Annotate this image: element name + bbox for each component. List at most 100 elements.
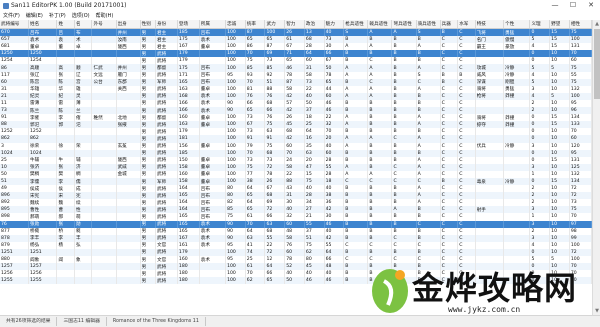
column-header[interactable]: 姓 xyxy=(56,20,75,29)
table-row[interactable]: 88 郭汜郭汜张掖男武将 163 董卓 100 67 75 45 25 32 A B B A C C 掠夺 莽撞 0… xyxy=(0,121,592,129)
table-row[interactable]: 91 李傕李傕稚然 北地男都督 160 董卓 100 73 76 26 18 22 A B B A C C 骑将莽… xyxy=(0,114,592,122)
table-cell: 济 xyxy=(74,163,93,171)
maximize-button[interactable]: ☐ xyxy=(564,0,582,11)
vertical-scrollbar[interactable]: ▲ ▼ xyxy=(592,20,600,315)
table-cell: 4 xyxy=(529,92,551,100)
table-row[interactable]: 895 曹性曹性男武将 164 吕布 85 65 72 40 27 42 B B A B C C 射手 3 10 75 xyxy=(0,206,592,214)
table-cell: 69 xyxy=(264,50,286,58)
column-header[interactable]: 身份 xyxy=(155,20,178,29)
table-row[interactable]: 10 张济张济武威男武将 158 董卓 100 75 72 58 47 55 A B C A C C 3 10 12… xyxy=(0,163,592,171)
table-cell: 1257 xyxy=(28,263,58,271)
minimize-button[interactable]: — xyxy=(546,0,564,11)
table-row[interactable]: 3 徐荣徐荣玄菟男武将 156 董卓 100 79 75 60 35 40 A B B A C C 伏兵 冷静 3 1… xyxy=(0,142,592,150)
table-row[interactable]: 73 陈兰陈兰男武将 166 袁术 90 65 66 42 37 46 B B B B C C 2 10 96 xyxy=(0,107,592,115)
column-header[interactable]: 水军 xyxy=(457,20,476,29)
column-header[interactable]: 义理 xyxy=(529,20,551,29)
table-row[interactable]: 25 牛辅牛辅陇西男武将 150 董卓 100 73 73 24 20 28 B B B A C C 0 15 13… xyxy=(0,156,592,164)
scroll-down-icon[interactable]: ▼ xyxy=(593,307,600,315)
table-row[interactable]: 657 袁术袁术汝南男君主 175 袁术 100 65 65 61 68 73 B B B B C C 名门 傲慢… xyxy=(0,36,592,44)
column-header[interactable]: 武力 xyxy=(264,20,286,29)
column-header[interactable]: 统率 xyxy=(245,20,266,29)
table-row[interactable]: 896 宋宪宋宪男武将 165 吕布 80 65 68 31 28 38 B B B A C C 2 10 72 xyxy=(0,192,592,200)
table-row[interactable]: 1257 1257 男武将 180 100 61 64 52 45 48 B B B B C C 0 10 70 xyxy=(0,263,592,271)
column-header[interactable]: 戟兵适性 xyxy=(367,20,393,29)
menu-file[interactable]: 文件(F) xyxy=(0,12,23,19)
table-row[interactable]: 11 雷薄雷薄男武将 166 袁术 90 66 68 57 50 46 B B B B C C 2 10 95 xyxy=(0,99,592,108)
table-row[interactable]: 880 阎象阎象男文官 160 袁术 95 25 12 78 80 66 C C C C C C 5 5 100 xyxy=(0,256,592,264)
table-row[interactable]: 670 吕布吕布并州男君主 185 吕布 100 87 100 26 13 40 S A A S B C 飞将勇… xyxy=(0,28,592,37)
column-header[interactable]: 弩兵适性 xyxy=(391,20,417,29)
column-header[interactable]: 兵器 xyxy=(440,20,459,29)
menu-patch[interactable]: 补丁(P) xyxy=(46,12,69,19)
table-cell: 72 xyxy=(264,163,286,171)
column-header[interactable]: 枪兵适性 xyxy=(343,20,369,29)
table-cell: 100 xyxy=(569,36,592,44)
column-header[interactable]: 性别 xyxy=(140,20,156,29)
table-row[interactable]: 878 李丰李丰男武将 167 袁术 90 63 55 58 51 42 B B C B C C 3 10 99 xyxy=(0,234,592,242)
table-cell: 91 xyxy=(264,135,286,143)
table-cell: 豪放 xyxy=(503,43,531,51)
table-row[interactable]: 50 樊稠樊稠金城男武将 160 董卓 100 77 78 22 15 28 A A C A C C 1 10 13… xyxy=(0,170,592,178)
table-cell: C xyxy=(440,99,459,108)
close-button[interactable]: ✕ xyxy=(582,0,600,11)
table-row[interactable]: 892 魏续魏续男武将 164 吕布 82 64 69 30 34 36 B B B A C C 2 10 73 xyxy=(0,199,592,207)
column-header[interactable]: 野望 xyxy=(549,20,570,29)
column-header[interactable]: 登场 xyxy=(177,20,200,29)
table-cell: 163 xyxy=(177,121,200,129)
column-header[interactable]: 忠诚 xyxy=(225,20,246,29)
table-cell: 4 xyxy=(529,241,551,249)
table-row[interactable]: 1250 1250 男武将 179 100 70 69 71 64 66 B B B B C C 0 10 70 xyxy=(0,50,592,58)
table-cell: 65 xyxy=(324,78,345,86)
table-row[interactable]: 898 郝萌郝萌男武将 165 吕布 75 61 66 32 21 30 B B B B C C 1 10 70 xyxy=(0,213,592,221)
menu-edit[interactable]: 编辑(E) xyxy=(23,12,46,19)
scroll-thumb[interactable] xyxy=(594,29,600,99)
table-row[interactable]: 879 杨弘杨弘男文官 161 袁术 95 41 22 76 75 55 C C C C C C 4 10 100 xyxy=(0,241,592,249)
table-row[interactable]: 76 张勋张勋男武将 165 袁术 90 70 63 60 55 46 B B B C C C 3 10 97 xyxy=(0,220,592,228)
column-header[interactable]: 个性 xyxy=(503,20,531,29)
table-cell: C xyxy=(391,241,417,249)
table-row[interactable]: 117 张辽张辽文远 雁门男武将 171 吕布 95 93 92 78 58 78 A A B S B B 威风冷… xyxy=(0,71,592,79)
menu-options[interactable]: 选项(O) xyxy=(69,12,93,19)
table-row[interactable]: 49 侯成侯成男武将 164 吕布 80 64 67 43 40 40 B B B A C C 2 10 72 xyxy=(0,185,592,193)
table-cell: A xyxy=(343,71,369,79)
table-row[interactable]: 1024 1024 男武将 185 100 70 68 70 63 60 B B B B C C 0 10 95 xyxy=(0,149,592,157)
column-header[interactable]: 政治 xyxy=(304,20,325,29)
scroll-up-icon[interactable]: ▲ xyxy=(593,20,600,28)
column-header[interactable]: 魅力 xyxy=(324,20,345,29)
table-cell: 董卓 xyxy=(199,85,227,93)
table-cell: C xyxy=(457,128,476,136)
table-cell xyxy=(199,248,227,256)
table-row[interactable]: 1256 1256 男武将 180 100 70 66 40 40 40 B B B B C C 0 10 70 xyxy=(0,270,592,278)
table-row[interactable]: 1252 1252 男武将 179 100 73 63 68 64 70 B B B B C C 0 10 70 xyxy=(0,128,592,136)
table-row[interactable]: 862 862 男武将 181 100 91 91 42 16 20 A A C A C C 0 10 60 xyxy=(0,135,592,143)
column-header[interactable]: 所属 xyxy=(199,20,227,29)
column-header[interactable]: 相性 xyxy=(569,20,592,29)
table-cell: C xyxy=(416,78,441,86)
column-header[interactable]: 骑兵适性 xyxy=(416,20,441,29)
table-row[interactable]: 1251 1251 男武将 179 100 74 72 60 62 64 B B B B C C 0 10 72 xyxy=(0,248,592,256)
table-row[interactable]: 681 董卓董卓陇西男君主 167 董卓 100 86 87 67 28 30 A A B A C C 霸王 豪放… xyxy=(0,43,592,51)
table-row[interactable]: 1254 1254 男武将 179 100 75 73 65 60 67 B C B B C C 0 10 60 xyxy=(0,57,592,65)
table-cell: 72 xyxy=(264,248,286,256)
table-cell xyxy=(91,149,117,157)
table-cell: 袁术 xyxy=(199,227,227,235)
table-row[interactable]: 1255 1255 男武将 180 100 62 65 50 46 46 B B B B C C 0 10 70 xyxy=(0,277,592,285)
column-header[interactable]: 武将编号 xyxy=(0,20,29,29)
table-row[interactable]: 877 桥蕤桥蕤男武将 165 袁术 90 64 68 48 37 40 B B B B C C 2 10 98 xyxy=(0,227,592,235)
column-header[interactable]: 出身 xyxy=(116,20,141,29)
column-header[interactable]: 外号 xyxy=(91,20,117,29)
table-row[interactable]: 51 李儒李儒男军师 158 董卓 100 38 26 88 75 18 C C C C B C 毒泉 冷静 0 15… xyxy=(0,177,592,186)
table-row[interactable]: 60 陈宫陈宫公台 东郡男军师 165 吕布 100 70 51 87 73 65 B C B C B C 深谋刚… xyxy=(0,78,592,86)
table-cell: 10 xyxy=(549,142,570,150)
table-row[interactable]: 21 纪灵纪灵男武将 168 袁术 100 76 76 42 40 60 A A B B C C 枪将 莽撞 4 5 1… xyxy=(0,92,592,100)
column-header[interactable]: 名 xyxy=(74,20,93,29)
column-header[interactable]: 智力 xyxy=(284,20,305,29)
table-cell: 纪灵 xyxy=(28,92,58,100)
table-row[interactable]: 31 华雄华雄关西男武将 163 董卓 100 81 88 58 22 44 A A B A C C 骑将 勇猛 3… xyxy=(0,85,592,93)
menu-help[interactable]: 帮助(H) xyxy=(93,12,117,19)
table-cell: B xyxy=(367,248,393,256)
table-cell: C xyxy=(440,192,459,200)
column-header[interactable]: 特技 xyxy=(475,20,505,29)
column-header[interactable]: 姓名 xyxy=(28,20,58,29)
table-row[interactable]: 86 高顺高顺仁武 并州男都督 175 吕布 100 85 85 46 31 50 A A B A C C 攻城冷… xyxy=(0,64,592,72)
